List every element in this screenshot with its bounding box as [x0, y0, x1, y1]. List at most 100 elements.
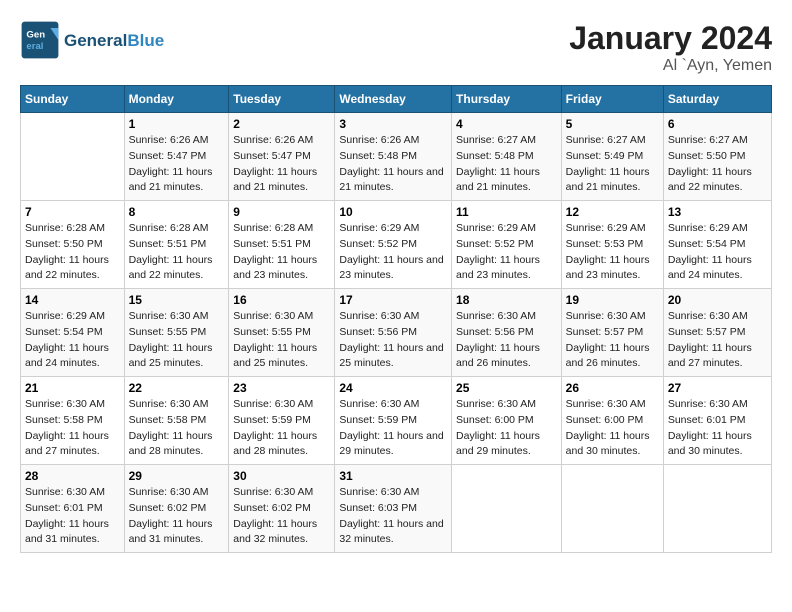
- day-number: 26: [566, 381, 659, 395]
- calendar-cell: [452, 465, 562, 553]
- logo-icon: Gen eral: [20, 20, 60, 60]
- day-number: 28: [25, 469, 120, 483]
- day-info: Sunrise: 6:29 AMSunset: 5:52 PMDaylight:…: [456, 222, 540, 281]
- day-info: Sunrise: 6:28 AMSunset: 5:51 PMDaylight:…: [233, 222, 317, 281]
- day-info: Sunrise: 6:30 AMSunset: 5:59 PMDaylight:…: [233, 398, 317, 457]
- day-info: Sunrise: 6:30 AMSunset: 6:00 PMDaylight:…: [566, 398, 650, 457]
- day-info: Sunrise: 6:30 AMSunset: 5:56 PMDaylight:…: [339, 310, 443, 369]
- logo-blue: Blue: [127, 31, 164, 50]
- day-info: Sunrise: 6:30 AMSunset: 5:57 PMDaylight:…: [566, 310, 650, 369]
- calendar-cell: 7 Sunrise: 6:28 AMSunset: 5:50 PMDaylight…: [21, 201, 125, 289]
- header-day-saturday: Saturday: [663, 86, 771, 113]
- calendar-cell: [561, 465, 663, 553]
- day-number: 24: [339, 381, 447, 395]
- day-info: Sunrise: 6:29 AMSunset: 5:54 PMDaylight:…: [668, 222, 752, 281]
- day-number: 19: [566, 293, 659, 307]
- day-number: 9: [233, 205, 330, 219]
- day-number: 15: [129, 293, 225, 307]
- calendar-cell: 26 Sunrise: 6:30 AMSunset: 6:00 PMDayligh…: [561, 377, 663, 465]
- calendar-cell: 5Sunrise: 6:27 AMSunset: 5:49 PMDaylight…: [561, 113, 663, 201]
- calendar-cell: 9 Sunrise: 6:28 AMSunset: 5:51 PMDaylight…: [229, 201, 335, 289]
- day-number: 20: [668, 293, 767, 307]
- svg-text:Gen: Gen: [26, 30, 45, 41]
- calendar-cell: 6 Sunrise: 6:27 AMSunset: 5:50 PMDaylight…: [663, 113, 771, 201]
- day-number: 27: [668, 381, 767, 395]
- calendar-cell: 13 Sunrise: 6:29 AMSunset: 5:54 PMDayligh…: [663, 201, 771, 289]
- week-row-4: 21Sunrise: 6:30 AMSunset: 5:58 PMDayligh…: [21, 377, 772, 465]
- day-number: 5: [566, 117, 659, 131]
- page-header: Gen eral GeneralBlue January 2024 Al `Ay…: [20, 20, 772, 75]
- day-info: Sunrise: 6:30 AMSunset: 5:55 PMDaylight:…: [129, 310, 213, 369]
- day-number: 3: [339, 117, 447, 131]
- day-number: 17: [339, 293, 447, 307]
- calendar-subtitle: Al `Ayn, Yemen: [569, 57, 772, 75]
- logo-general: General: [64, 31, 127, 50]
- day-number: 23: [233, 381, 330, 395]
- calendar-cell: 19 Sunrise: 6:30 AMSunset: 5:57 PMDayligh…: [561, 289, 663, 377]
- day-number: 16: [233, 293, 330, 307]
- calendar-cell: 18 Sunrise: 6:30 AMSunset: 5:56 PMDayligh…: [452, 289, 562, 377]
- day-number: 11: [456, 205, 557, 219]
- day-number: 30: [233, 469, 330, 483]
- day-info: Sunrise: 6:28 AMSunset: 5:50 PMDaylight:…: [25, 222, 109, 281]
- calendar-cell: 31Sunrise: 6:30 AMSunset: 6:03 PMDayligh…: [335, 465, 452, 553]
- day-number: 12: [566, 205, 659, 219]
- day-info: Sunrise: 6:30 AMSunset: 5:59 PMDaylight:…: [339, 398, 443, 457]
- calendar-cell: 29 Sunrise: 6:30 AMSunset: 6:02 PMDayligh…: [124, 465, 229, 553]
- day-number: 14: [25, 293, 120, 307]
- day-number: 29: [129, 469, 225, 483]
- day-info: Sunrise: 6:28 AMSunset: 5:51 PMDaylight:…: [129, 222, 213, 281]
- day-info: Sunrise: 6:27 AMSunset: 5:50 PMDaylight:…: [668, 134, 752, 193]
- day-number: 1: [129, 117, 225, 131]
- calendar-cell: 16 Sunrise: 6:30 AMSunset: 5:55 PMDayligh…: [229, 289, 335, 377]
- calendar-cell: 27 Sunrise: 6:30 AMSunset: 6:01 PMDayligh…: [663, 377, 771, 465]
- day-info: Sunrise: 6:27 AMSunset: 5:48 PMDaylight:…: [456, 134, 540, 193]
- calendar-cell: 11 Sunrise: 6:29 AMSunset: 5:52 PMDayligh…: [452, 201, 562, 289]
- calendar-cell: 20 Sunrise: 6:30 AMSunset: 5:57 PMDayligh…: [663, 289, 771, 377]
- day-info: Sunrise: 6:30 AMSunset: 6:01 PMDaylight:…: [25, 486, 109, 545]
- header-day-thursday: Thursday: [452, 86, 562, 113]
- calendar-cell: 3Sunrise: 6:26 AMSunset: 5:48 PMDaylight…: [335, 113, 452, 201]
- day-number: 4: [456, 117, 557, 131]
- calendar-cell: 28 Sunrise: 6:30 AMSunset: 6:01 PMDayligh…: [21, 465, 125, 553]
- week-row-5: 28 Sunrise: 6:30 AMSunset: 6:01 PMDayligh…: [21, 465, 772, 553]
- day-number: 10: [339, 205, 447, 219]
- day-info: Sunrise: 6:30 AMSunset: 6:00 PMDaylight:…: [456, 398, 540, 457]
- header-day-monday: Monday: [124, 86, 229, 113]
- calendar-cell: 21Sunrise: 6:30 AMSunset: 5:58 PMDayligh…: [21, 377, 125, 465]
- day-number: 7: [25, 205, 120, 219]
- calendar-cell: 22 Sunrise: 6:30 AMSunset: 5:58 PMDayligh…: [124, 377, 229, 465]
- week-row-2: 7 Sunrise: 6:28 AMSunset: 5:50 PMDaylight…: [21, 201, 772, 289]
- day-info: Sunrise: 6:26 AMSunset: 5:47 PMDaylight:…: [129, 134, 213, 193]
- calendar-cell: 23 Sunrise: 6:30 AMSunset: 5:59 PMDayligh…: [229, 377, 335, 465]
- day-number: 8: [129, 205, 225, 219]
- day-number: 6: [668, 117, 767, 131]
- header-row: SundayMondayTuesdayWednesdayThursdayFrid…: [21, 86, 772, 113]
- day-info: Sunrise: 6:29 AMSunset: 5:52 PMDaylight:…: [339, 222, 443, 281]
- day-number: 18: [456, 293, 557, 307]
- day-info: Sunrise: 6:30 AMSunset: 5:56 PMDaylight:…: [456, 310, 540, 369]
- day-number: 2: [233, 117, 330, 131]
- calendar-table: SundayMondayTuesdayWednesdayThursdayFrid…: [20, 85, 772, 553]
- day-info: Sunrise: 6:30 AMSunset: 5:58 PMDaylight:…: [25, 398, 109, 457]
- calendar-cell: [663, 465, 771, 553]
- day-number: 13: [668, 205, 767, 219]
- day-info: Sunrise: 6:30 AMSunset: 6:03 PMDaylight:…: [339, 486, 443, 545]
- calendar-cell: [21, 113, 125, 201]
- calendar-cell: 17 Sunrise: 6:30 AMSunset: 5:56 PMDayligh…: [335, 289, 452, 377]
- calendar-cell: 30Sunrise: 6:30 AMSunset: 6:02 PMDayligh…: [229, 465, 335, 553]
- calendar-cell: 10 Sunrise: 6:29 AMSunset: 5:52 PMDayligh…: [335, 201, 452, 289]
- header-day-sunday: Sunday: [21, 86, 125, 113]
- calendar-cell: 12 Sunrise: 6:29 AMSunset: 5:53 PMDayligh…: [561, 201, 663, 289]
- day-info: Sunrise: 6:29 AMSunset: 5:53 PMDaylight:…: [566, 222, 650, 281]
- day-info: Sunrise: 6:30 AMSunset: 6:02 PMDaylight:…: [129, 486, 213, 545]
- day-info: Sunrise: 6:30 AMSunset: 6:01 PMDaylight:…: [668, 398, 752, 457]
- day-number: 22: [129, 381, 225, 395]
- svg-text:eral: eral: [26, 41, 43, 52]
- calendar-cell: 15 Sunrise: 6:30 AMSunset: 5:55 PMDayligh…: [124, 289, 229, 377]
- day-info: Sunrise: 6:30 AMSunset: 5:58 PMDaylight:…: [129, 398, 213, 457]
- day-info: Sunrise: 6:30 AMSunset: 5:55 PMDaylight:…: [233, 310, 317, 369]
- calendar-cell: 24 Sunrise: 6:30 AMSunset: 5:59 PMDayligh…: [335, 377, 452, 465]
- day-info: Sunrise: 6:30 AMSunset: 5:57 PMDaylight:…: [668, 310, 752, 369]
- week-row-3: 14Sunrise: 6:29 AMSunset: 5:54 PMDayligh…: [21, 289, 772, 377]
